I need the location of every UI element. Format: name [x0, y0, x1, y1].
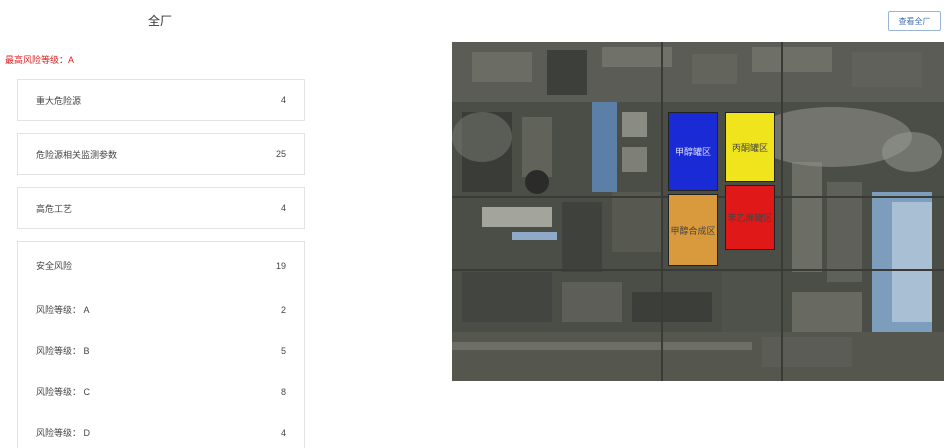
risk-level-value: 8 — [280, 386, 286, 397]
monitor-params-card[interactable]: 危险源相关监测参数 25 — [17, 133, 305, 175]
max-risk-level: 最高风险等级：A — [5, 53, 74, 66]
zone-label: 甲醇罐区 — [674, 147, 711, 157]
risk-level-c-row[interactable]: 风险等级： C 8 — [18, 371, 304, 412]
risk-level-label: 风险等级： B — [36, 346, 90, 356]
high-risk-process-card[interactable]: 高危工艺 4 — [17, 187, 305, 229]
zone-label: 丙酮罐区 — [731, 142, 768, 153]
zone-methanol-tank[interactable]: 甲醇罐区 — [668, 112, 718, 191]
safety-risk-card: 安全风险 19 风险等级： A 2 风险等级： B 5 风险等级： C 8 风险… — [17, 241, 305, 448]
risk-level-a-row[interactable]: 风险等级： A 2 — [18, 289, 304, 330]
zone-label: 苯乙烯罐区 — [727, 213, 773, 223]
risk-level-value: 5 — [280, 345, 286, 356]
risk-level-label: 风险等级： C — [36, 387, 91, 397]
page-title: 全厂 — [148, 14, 173, 28]
max-risk-level-value: A — [68, 55, 75, 65]
high-risk-process-label: 高危工艺 — [36, 203, 73, 214]
safety-risk-row[interactable]: 安全风险 19 — [18, 242, 304, 289]
monitor-params-label: 危险源相关监测参数 — [36, 149, 118, 160]
risk-level-label: 风险等级： A — [36, 305, 90, 315]
high-risk-process-value: 4 — [280, 203, 286, 213]
max-risk-level-label: 最高风险等级： — [5, 55, 69, 65]
risk-level-b-row[interactable]: 风险等级： B 5 — [18, 330, 304, 371]
safety-risk-label: 安全风险 — [36, 261, 73, 271]
zone-styrene-tank[interactable]: 苯乙烯罐区 — [725, 185, 775, 250]
risk-level-value: 4 — [280, 427, 286, 438]
safety-risk-value: 19 — [275, 260, 286, 271]
risk-level-d-row[interactable]: 风险等级： D 4 — [18, 412, 304, 448]
zone-methanol-synthesis[interactable]: 甲醇合成区 — [668, 194, 718, 266]
risk-level-label: 风险等级： D — [36, 428, 91, 438]
major-hazard-card[interactable]: 重大危险源 4 — [17, 79, 305, 121]
risk-level-value: 2 — [280, 304, 286, 315]
zone-label: 甲醇合成区 — [670, 225, 716, 236]
page: 全厂 查看全厂 最高风险等级：A 重大危险源 4 危险源相关监测参数 25 高危… — [0, 0, 945, 448]
major-hazard-value: 4 — [280, 95, 286, 105]
zone-acetone-tank[interactable]: 丙酮罐区 — [725, 112, 775, 182]
view-whole-plant-button[interactable]: 查看全厂 — [888, 11, 941, 31]
major-hazard-label: 重大危险源 — [36, 95, 82, 106]
monitor-params-value: 25 — [275, 149, 286, 159]
plant-satellite-map[interactable]: 甲醇罐区 丙酮罐区 甲醇合成区 苯乙烯罐区 — [452, 42, 944, 381]
